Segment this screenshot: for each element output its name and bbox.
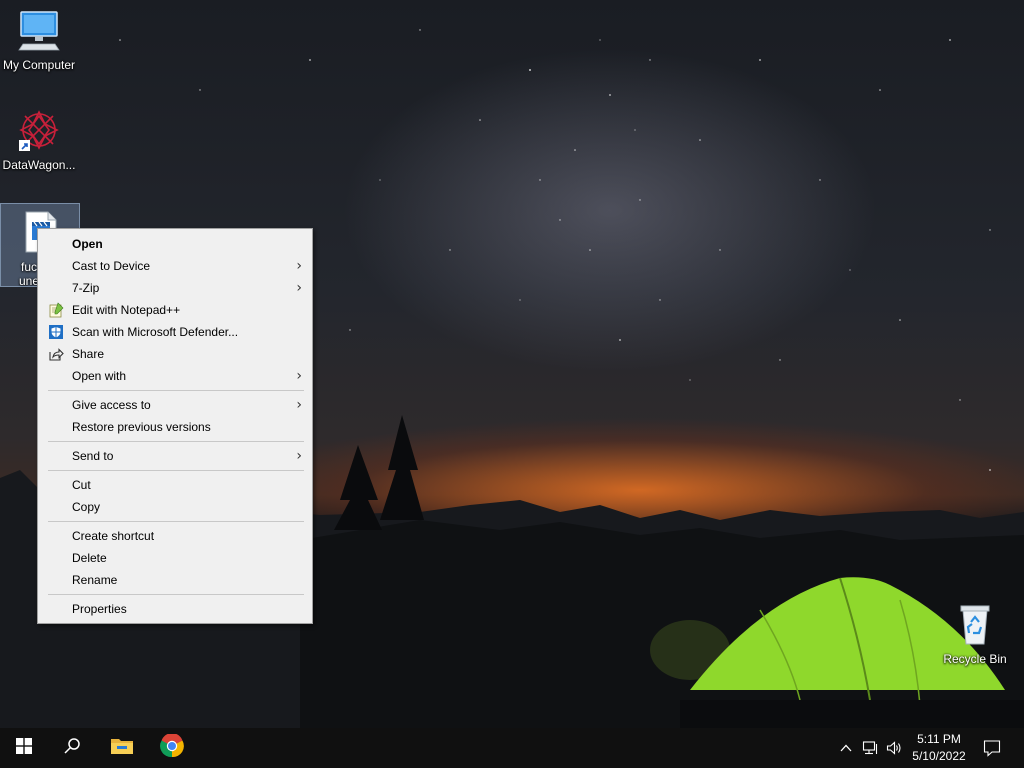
menu-item-properties[interactable]: Properties bbox=[38, 598, 312, 620]
menu-item-delete[interactable]: Delete bbox=[38, 547, 312, 569]
volume-icon[interactable] bbox=[886, 740, 902, 756]
menu-item-label: 7-Zip bbox=[72, 281, 100, 295]
start-button[interactable] bbox=[0, 728, 48, 768]
network-icon[interactable] bbox=[862, 740, 878, 756]
clock-date: 5/10/2022 bbox=[912, 749, 966, 763]
desktop-icon-label: DataWagon... bbox=[2, 158, 76, 172]
menu-item-cut[interactable]: Cut bbox=[38, 474, 312, 496]
windows-start-icon bbox=[16, 737, 32, 759]
menu-item-label: Cut bbox=[72, 478, 91, 492]
menu-item-rename[interactable]: Rename bbox=[38, 569, 312, 591]
desktop-icon-my-computer[interactable]: My Computer bbox=[0, 6, 78, 72]
menu-item-label: Scan with Microsoft Defender... bbox=[72, 325, 239, 339]
submenu-arrow-icon: › bbox=[296, 258, 302, 274]
menu-item-label: Send to bbox=[72, 449, 114, 463]
menu-item-label: Rename bbox=[72, 573, 118, 587]
menu-item-label: Create shortcut bbox=[72, 529, 155, 543]
menu-item-share[interactable]: Share bbox=[38, 343, 312, 365]
submenu-arrow-icon: › bbox=[296, 397, 302, 413]
menu-separator bbox=[48, 521, 304, 522]
menu-item-label: Open bbox=[72, 237, 103, 251]
search-button[interactable] bbox=[48, 728, 96, 768]
menu-item-give-access[interactable]: Give access to › bbox=[38, 394, 312, 416]
taskbar-file-explorer[interactable] bbox=[98, 728, 146, 768]
menu-item-label: Delete bbox=[72, 551, 107, 565]
menu-item-copy[interactable]: Copy bbox=[38, 496, 312, 518]
menu-separator bbox=[48, 390, 304, 391]
desktop-icon-label: Recycle Bin bbox=[943, 652, 1007, 666]
clock-time: 5:11 PM bbox=[917, 732, 961, 746]
menu-item-scan-defender[interactable]: Scan with Microsoft Defender... bbox=[38, 321, 312, 343]
menu-item-7zip[interactable]: 7-Zip › bbox=[38, 277, 312, 299]
menu-item-cast-to-device[interactable]: Cast to Device › bbox=[38, 255, 312, 277]
action-center-icon[interactable] bbox=[983, 739, 1001, 757]
taskbar-clock[interactable]: 5:11 PM 5/10/2022 bbox=[906, 731, 972, 765]
menu-item-label: Cast to Device bbox=[72, 259, 151, 273]
menu-item-label: Edit with Notepad++ bbox=[72, 303, 181, 317]
file-explorer-icon bbox=[110, 736, 134, 761]
menu-item-label: Properties bbox=[72, 602, 127, 616]
menu-separator bbox=[48, 441, 304, 442]
taskbar-chrome[interactable] bbox=[148, 728, 196, 768]
menu-item-open-with[interactable]: Open with › bbox=[38, 365, 312, 387]
share-icon bbox=[48, 346, 64, 362]
recycle-bin-icon bbox=[951, 600, 999, 648]
context-menu: Open Cast to Device › 7-Zip › Edit with … bbox=[37, 228, 313, 624]
chevron-up-icon[interactable] bbox=[838, 740, 854, 756]
desktop-icon-recycle-bin[interactable]: Recycle Bin bbox=[936, 600, 1014, 666]
menu-item-restore-previous[interactable]: Restore previous versions bbox=[38, 416, 312, 438]
menu-item-create-shortcut[interactable]: Create shortcut bbox=[38, 525, 312, 547]
taskbar: 5:11 PM 5/10/2022 bbox=[0, 728, 1024, 768]
submenu-arrow-icon: › bbox=[296, 368, 302, 384]
computer-icon bbox=[15, 6, 63, 54]
menu-item-label: Copy bbox=[72, 500, 101, 514]
datawagon-shortcut-icon bbox=[15, 106, 63, 154]
menu-item-label: Open with bbox=[72, 369, 127, 383]
search-icon bbox=[63, 737, 81, 760]
desktop-icon-datawagon[interactable]: DataWagon... bbox=[0, 106, 78, 172]
desktop-icon-label: My Computer bbox=[2, 58, 76, 72]
menu-item-edit-notepadpp[interactable]: Edit with Notepad++ bbox=[38, 299, 312, 321]
menu-item-label: Share bbox=[72, 347, 105, 361]
submenu-arrow-icon: › bbox=[296, 280, 302, 296]
menu-separator bbox=[48, 470, 304, 471]
submenu-arrow-icon: › bbox=[296, 448, 302, 464]
menu-item-send-to[interactable]: Send to › bbox=[38, 445, 312, 467]
chrome-icon bbox=[160, 732, 184, 763]
notepadpp-icon bbox=[48, 302, 64, 318]
menu-item-label: Restore previous versions bbox=[72, 420, 211, 434]
menu-item-open[interactable]: Open bbox=[38, 233, 312, 255]
defender-icon bbox=[48, 324, 64, 340]
menu-separator bbox=[48, 594, 304, 595]
menu-item-label: Give access to bbox=[72, 398, 151, 412]
